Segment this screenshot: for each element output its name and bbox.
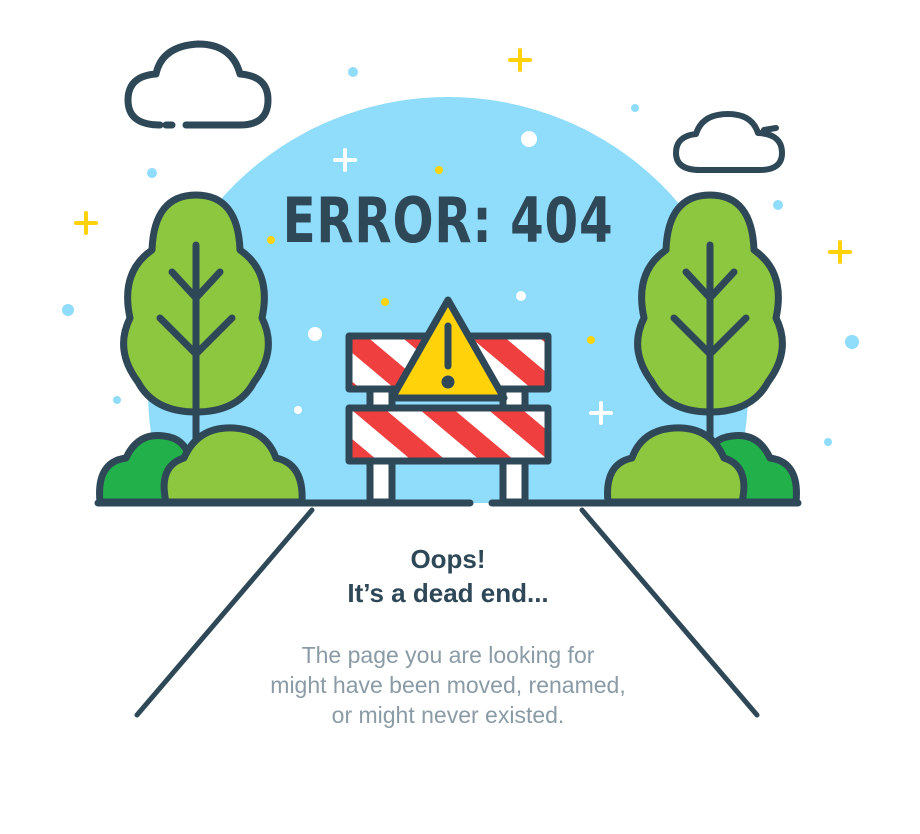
message-line-2: might have been moved, renamed, <box>270 672 626 698</box>
cloud-icon <box>124 40 272 129</box>
error-message: The page you are looking for might have … <box>0 640 896 730</box>
cloud-icon <box>673 111 785 173</box>
dead-end-heading: Oops! It’s a dead end... <box>0 542 896 610</box>
message-line-3: or might never existed. <box>331 702 565 728</box>
message-line-1: The page you are looking for <box>301 642 595 668</box>
error-404-page: ERROR: 404 Oops! It’s a dead end... The … <box>0 0 920 834</box>
error-title: ERROR: 404 <box>282 184 614 257</box>
heading-line-1: Oops! <box>410 544 486 574</box>
heading-line-2: It’s a dead end... <box>347 578 549 608</box>
